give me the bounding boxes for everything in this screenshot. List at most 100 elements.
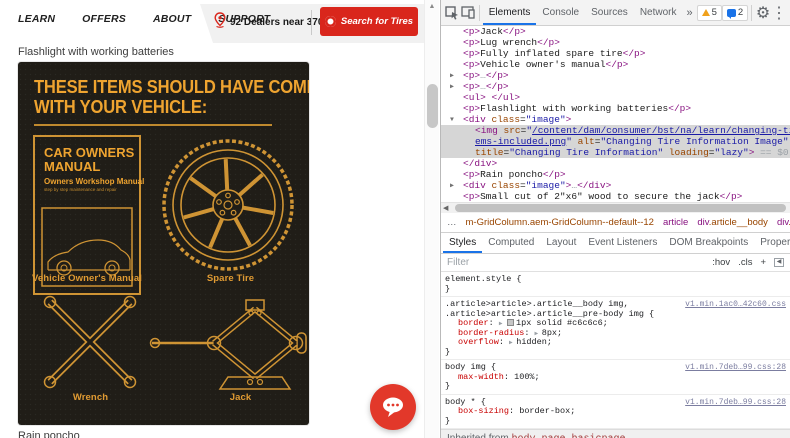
expand-property-icon[interactable]: ▶: [535, 330, 542, 337]
expand-arrow-icon[interactable]: ▶: [450, 70, 454, 81]
page-scrollbar[interactable]: ▲: [424, 0, 439, 438]
breadcrumb-item[interactable]: m-GridColumn.aem-GridColumn--default--12: [466, 217, 654, 228]
messages-badge[interactable]: 2: [721, 4, 749, 21]
nav-item-learn[interactable]: LEARN: [18, 13, 55, 25]
expand-arrow-icon[interactable]: ▶: [450, 180, 454, 191]
elements-horizontal-scrollbar[interactable]: ◀: [441, 202, 790, 213]
styles-tab-layout[interactable]: Layout: [540, 233, 582, 253]
expand-property-icon[interactable]: ▶: [499, 320, 506, 327]
stylesheet-link[interactable]: v1.min.7deb…99.css:28: [685, 363, 786, 373]
property-value[interactable]: hidden;: [516, 337, 552, 347]
property-name[interactable]: border-radius: [458, 328, 524, 338]
property-name[interactable]: overflow: [458, 337, 499, 347]
dom-tree-line[interactable]: <p>Fully inflated spare tire</p>: [441, 48, 790, 59]
code-token: >: [565, 114, 572, 125]
property-value[interactable]: 8px;: [542, 328, 562, 338]
styles-tab-dom-breakpoints[interactable]: DOM Breakpoints: [663, 233, 754, 253]
search-button-label: Search for Tires: [340, 16, 414, 27]
chat-fab-button[interactable]: [370, 384, 416, 430]
styles-tab-properties[interactable]: Properties: [754, 233, 790, 253]
dom-breadcrumb: … m-GridColumn.aem-GridColumn--default--1…: [441, 213, 790, 233]
more-tabs-icon[interactable]: »: [683, 7, 697, 19]
code-token: loading: [668, 147, 709, 158]
tab-elements[interactable]: Elements: [482, 0, 537, 25]
property-value[interactable]: 100%;: [514, 372, 540, 382]
code-token: class: [491, 114, 521, 125]
styles-tab-event-listeners[interactable]: Event Listeners: [582, 233, 663, 253]
code-token: <div: [463, 114, 486, 125]
breadcrumb-item[interactable]: div.article__body: [697, 217, 768, 228]
kebab-menu-icon[interactable]: ⋮: [771, 3, 787, 23]
breadcrumb-segment: article: [662, 217, 689, 228]
style-rule: v1.min.7deb…99.css:28 body * {box-sizing:…: [441, 395, 790, 429]
color-swatch[interactable]: [507, 319, 515, 326]
book-subheading: Owners Workshop Manual: [44, 177, 145, 186]
dom-tree-line[interactable]: <img src="/content/dam/consumer/bst/na/l…: [441, 125, 790, 136]
settings-gear-icon[interactable]: ⚙: [755, 3, 771, 23]
dom-tree-line[interactable]: ▼ <div class="image">: [441, 114, 790, 125]
warnings-badge[interactable]: 5: [696, 4, 722, 21]
code-token: <p>: [463, 169, 481, 180]
styles-tab-styles[interactable]: Styles: [443, 233, 483, 253]
dom-tree-line[interactable]: <p>Vehicle owner's manual</p>: [441, 59, 790, 70]
stylesheet-link[interactable]: v1.min.1ac0…42c60.css: [685, 300, 786, 310]
code-token: </p>: [485, 81, 509, 92]
styles-tab-computed[interactable]: Computed: [482, 233, 540, 253]
toggle-hov[interactable]: :hov: [712, 257, 730, 268]
new-style-rule-button[interactable]: +: [760, 257, 766, 268]
styles-filter-input[interactable]: Filter: [447, 257, 469, 268]
pane-layout-icon[interactable]: ◀: [774, 258, 784, 267]
expand-arrow-icon[interactable]: ▶: [450, 81, 454, 92]
scroll-left-arrow-icon[interactable]: ◀: [443, 204, 448, 212]
dom-tree-line[interactable]: ▶ <div class="image">…</div>: [441, 180, 790, 191]
breadcrumb-segment: div: [697, 217, 709, 228]
property-value[interactable]: border-box;: [519, 406, 575, 416]
inherited-from-bar: Inherited from body.page.basicpage: [441, 429, 790, 438]
dom-tree-line[interactable]: </div>: [441, 158, 790, 169]
tab-sources[interactable]: Sources: [585, 0, 634, 25]
inspect-element-icon[interactable]: [444, 3, 460, 23]
property-name[interactable]: max-width: [458, 372, 504, 382]
dom-tree-line[interactable]: ▶ <p>…</p>: [441, 70, 790, 81]
scroll-up-arrow-icon[interactable]: ▲: [425, 0, 439, 14]
property-name[interactable]: box-sizing: [458, 406, 509, 416]
nav-item-offers[interactable]: OFFERS: [82, 13, 126, 25]
style-rules: v1.min.1ac0…42c60.css .article>article>.a…: [441, 297, 790, 429]
book-heading-2: MANUAL: [44, 159, 101, 174]
property-name[interactable]: border: [458, 318, 489, 328]
style-rule: v1.min.7deb…99.css:28 body img {max-width…: [441, 360, 790, 395]
dom-tree-line[interactable]: <p>Rain poncho</p>: [441, 169, 790, 180]
device-toolbar-icon[interactable]: [460, 3, 476, 23]
style-property[interactable]: overflow: ▶ hidden;: [445, 337, 786, 348]
code-token: "Changing Tire Information": [509, 147, 664, 158]
dom-tree-line[interactable]: <p>Jack</p>: [441, 26, 790, 37]
breadcrumb-item[interactable]: article: [663, 217, 688, 228]
dom-tree-line[interactable]: title="Changing Tire Information" loadin…: [441, 147, 790, 158]
toggle-cls[interactable]: .cls: [738, 257, 752, 268]
dom-tree-line[interactable]: <p>Small cut of 2"x6" wood to secure the…: [441, 191, 790, 202]
stylesheet-link[interactable]: v1.min.7deb…99.css:28: [685, 398, 786, 408]
rule-selector[interactable]: element.style {: [445, 274, 786, 285]
breadcrumb-item[interactable]: div.image: [777, 217, 790, 228]
collapse-arrow-icon[interactable]: ▼: [450, 114, 454, 125]
dom-tree-line[interactable]: ▶ <p>…</p>: [441, 81, 790, 92]
style-property[interactable]: box-sizing: border-box;: [445, 406, 786, 417]
dealers-near-link[interactable]: 92 Dealers near 37040: [230, 17, 335, 28]
dom-tree-line[interactable]: <p>Lug wrench</p>: [441, 37, 790, 48]
dom-tree-line[interactable]: ems-included.png" alt="Changing Tire Inf…: [441, 136, 790, 147]
inherited-selector-link[interactable]: body.page.basicpage: [511, 434, 625, 438]
code-token: Rain poncho: [480, 169, 543, 180]
code-token: Flashlight with working batteries: [480, 103, 669, 114]
dom-tree-line[interactable]: <ul> </ul>: [441, 92, 790, 103]
style-property[interactable]: max-width: 100%;: [445, 372, 786, 383]
nav-item-about[interactable]: ABOUT: [153, 13, 191, 25]
hscrollbar-thumb[interactable]: [455, 204, 786, 212]
breadcrumb-item[interactable]: …: [447, 217, 457, 228]
property-value[interactable]: 1px solid #c6c6c6;: [516, 318, 608, 328]
page-scrollbar-thumb[interactable]: [427, 84, 438, 128]
tab-network[interactable]: Network: [634, 0, 683, 25]
dom-tree-line[interactable]: <p>Flashlight with working batteries</p>: [441, 103, 790, 114]
code-token: "Changing Tire Information Image": [600, 136, 789, 147]
tab-console[interactable]: Console: [536, 0, 585, 25]
search-for-tires-button[interactable]: Search for Tires: [320, 7, 418, 36]
